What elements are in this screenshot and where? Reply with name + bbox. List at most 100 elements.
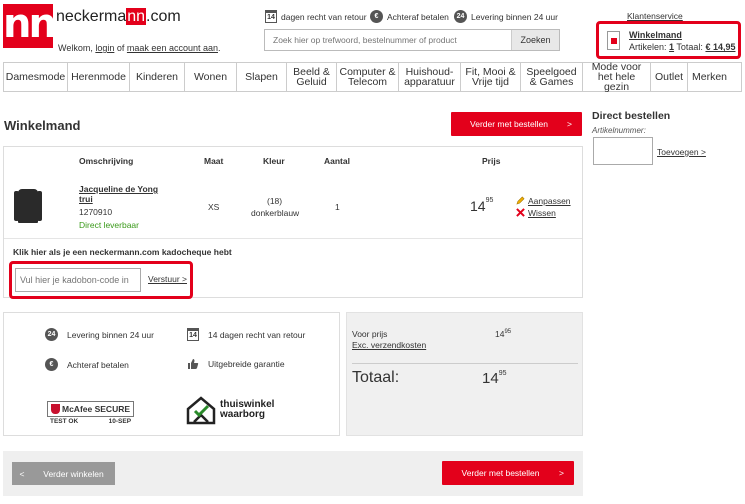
mcafee-date: 10-SEP — [108, 418, 132, 425]
totals-divider — [352, 363, 578, 364]
header-description: Omschrijving — [79, 156, 134, 166]
cart-articles-label: Artikelen: — [629, 42, 667, 52]
nav-item-mode-gezin[interactable]: Mode voor het hele gezin — [583, 62, 651, 92]
delete-item-link[interactable]: Wissen — [516, 208, 556, 218]
arrow-left-icon: < — [19, 468, 25, 479]
continue-order-button-bottom[interactable]: Verder met bestellen > — [442, 461, 574, 485]
wordmark-nn: nn — [126, 8, 147, 25]
continue-shopping-button[interactable]: < Verder winkelen — [12, 462, 115, 485]
mini-cart[interactable]: Winkelmand Artikelen: 1 Totaal: € 14,95 — [596, 21, 741, 59]
continue-label: Verder met bestellen — [470, 119, 548, 129]
continue-order-button-top[interactable]: Verder met bestellen > — [451, 112, 582, 136]
nav-item-fit-mooi-vrije-tijd[interactable]: Fit, Mooi & Vrije tijd — [461, 63, 521, 91]
create-account-link[interactable]: maak een account aan — [127, 43, 218, 53]
product-qty[interactable]: 1 — [335, 202, 340, 212]
clock-24-icon: 24 — [454, 10, 467, 23]
product-color-code: (18) — [267, 196, 283, 206]
nav-item-speelgoed-games[interactable]: Speelgoed & Games — [521, 63, 583, 91]
customer-service-link[interactable]: Klantenservice — [627, 11, 683, 21]
gift-voucher-text: Klik hier als je een neckermann.com kado… — [13, 247, 232, 257]
product-name[interactable]: Jacqueline de Yong trui — [79, 184, 158, 204]
wordmark-pre: neckerma — [56, 8, 127, 25]
calendar-icon: 14 — [187, 328, 199, 341]
product-name-line2: trui — [79, 194, 93, 204]
edit-item-label: Aanpassen — [528, 196, 571, 206]
gift-voucher-input[interactable] — [15, 268, 141, 292]
total-value: 1495 — [482, 370, 506, 387]
header-price: Prijs — [482, 156, 501, 166]
nav-item-herenmode[interactable]: Herenmode — [68, 63, 130, 91]
cart-table: Omschrijving Maat Kleur Aantal Prijs Jac… — [3, 146, 583, 299]
usp-return-label: dagen recht van retour — [281, 11, 367, 22]
mcafee-secure-badge[interactable]: McAfee SECURE TEST OK 10-SEP — [47, 401, 135, 425]
continue-shopping-label: Verder winkelen — [43, 468, 104, 479]
usp-panel: 24 Levering binnen 24 uur 14 14 dagen re… — [3, 312, 340, 436]
usp-delivery-label: Levering binnen 24 uur — [471, 11, 558, 22]
product-price-int: 14 — [470, 198, 486, 214]
product-size: XS — [208, 202, 220, 212]
calendar-icon: 14 — [265, 10, 277, 23]
total-int: 14 — [482, 370, 499, 387]
order-totals: Voor prijs 1495 Exc. verzendkosten Totaa… — [346, 312, 583, 436]
mini-cart-title[interactable]: Winkelmand — [629, 30, 682, 40]
article-number-input[interactable] — [593, 137, 653, 165]
thuiswinkel-waarborg-logo[interactable]: thuiswinkel waarborg — [186, 395, 274, 425]
cart-total-label: Totaal: — [676, 42, 703, 52]
product-name-line1: Jacqueline de Yong — [79, 184, 159, 194]
shipping-costs-link[interactable]: Exc. verzendkosten — [352, 340, 426, 350]
edit-item-link[interactable]: Aanpassen — [516, 196, 571, 206]
mcafee-shield-icon — [51, 404, 60, 414]
search-input[interactable] — [265, 30, 511, 50]
total-label: Totaal: — [352, 369, 400, 386]
usp-delivery: 24 Levering binnen 24 uur — [45, 328, 154, 341]
nav-item-computer-telecom[interactable]: Computer & Telecom — [337, 63, 399, 91]
usp-pay-top: € Achteraf betalen — [370, 10, 449, 23]
voor-prijs-dec: 95 — [504, 329, 512, 336]
header-color: Kleur — [263, 156, 285, 166]
usp-pay: € Achteraf betalen — [45, 358, 129, 371]
usp-warranty: Uitgebreide garantie — [187, 358, 285, 370]
continue-order-label: Verder met bestellen — [461, 468, 540, 478]
brand-logo[interactable]: nn — [3, 4, 57, 48]
nav-item-huishoudapparatuur[interactable]: Huishoud-apparatuur — [399, 63, 461, 91]
header-size: Maat — [204, 156, 224, 166]
thuiswinkel-house-icon — [186, 396, 216, 425]
usp-return-text: 14 dagen recht van retour — [208, 329, 306, 340]
welcome-pre: Welkom, — [58, 43, 93, 53]
total-dec: 95 — [498, 370, 507, 377]
product-image[interactable] — [14, 185, 42, 225]
product-price-dec: 95 — [485, 197, 494, 204]
nav-item-wonen[interactable]: Wonen — [185, 63, 237, 91]
thuiswinkel-line2: waarborg — [220, 409, 266, 420]
table-divider — [4, 238, 582, 239]
main-navigation: Damesmode Herenmode Kinderen Wonen Slape… — [3, 62, 742, 92]
nav-item-kinderen[interactable]: Kinderen — [130, 63, 185, 91]
nav-item-merken[interactable]: Merken — [688, 63, 731, 91]
gift-voucher-submit-link[interactable]: Verstuur > — [148, 274, 187, 284]
login-link[interactable]: login — [95, 43, 114, 53]
mcafee-label: McAfee SECURE — [62, 404, 131, 414]
voor-prijs-value: 1495 — [495, 329, 511, 339]
brand-wordmark[interactable]: neckermann.com — [56, 8, 181, 26]
usp-pay-text: Achteraf betalen — [67, 359, 129, 370]
add-article-link[interactable]: Toevoegen > — [657, 147, 706, 157]
arrow-right-icon: > — [559, 468, 564, 478]
product-color-name: donkerblauw — [251, 208, 300, 218]
delete-item-label: Wissen — [528, 208, 556, 218]
pencil-icon — [516, 196, 525, 205]
nav-item-slapen[interactable]: Slapen — [237, 63, 287, 91]
direct-order-title: Direct bestellen — [592, 110, 671, 122]
search-button[interactable]: Zoeken — [511, 30, 559, 50]
nav-item-outlet[interactable]: Outlet — [651, 63, 688, 91]
usp-pay-label: Achteraf betalen — [387, 11, 449, 22]
arrow-right-icon: > — [567, 119, 572, 129]
nav-item-beeld-geluid[interactable]: Beeld & Geluid — [287, 63, 337, 91]
welcome-mid: of — [116, 43, 125, 53]
article-number-label: Artikelnummer: — [592, 126, 646, 135]
bottom-action-bar: < Verder winkelen Verder met bestellen > — [3, 451, 583, 496]
nav-item-damesmode[interactable]: Damesmode — [4, 63, 68, 91]
cart-total-value: € 14,95 — [705, 42, 736, 52]
euro-icon: € — [370, 10, 383, 23]
availability-status: Direct leverbaar — [79, 220, 139, 230]
product-price: 1495 — [470, 197, 494, 214]
